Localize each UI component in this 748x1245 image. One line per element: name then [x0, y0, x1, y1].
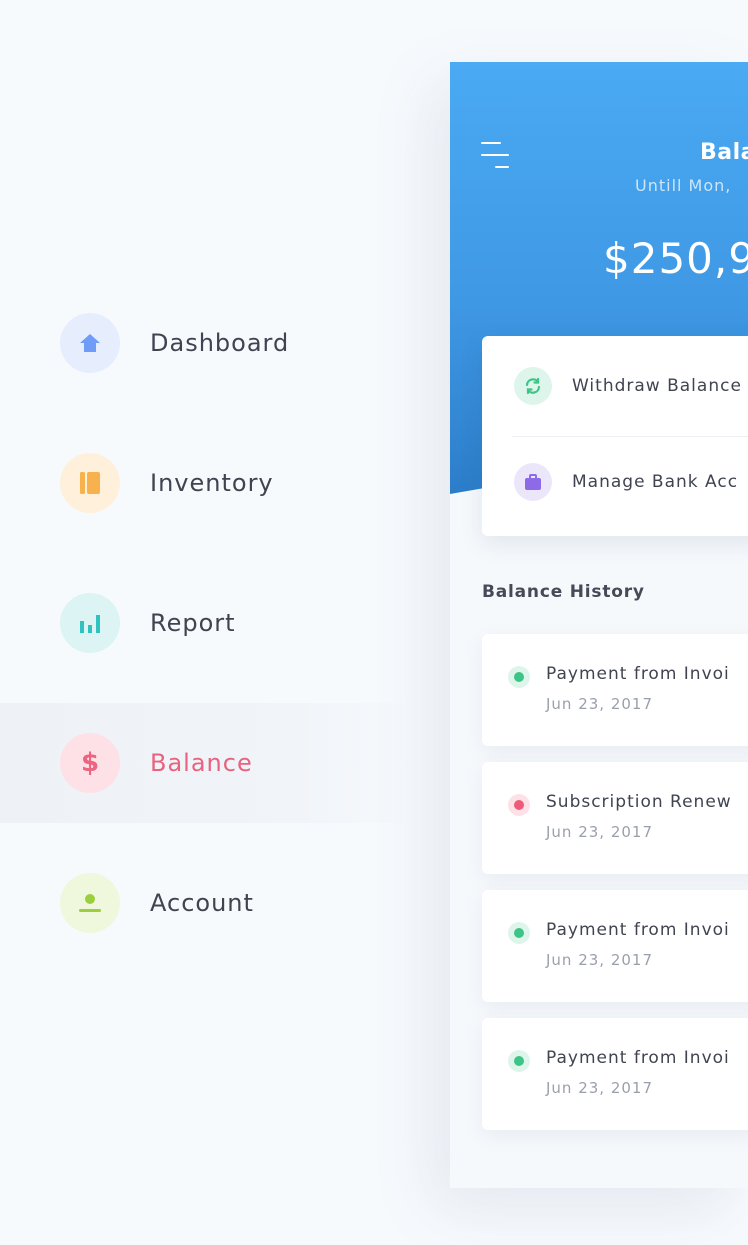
status-dot-icon	[508, 666, 530, 688]
status-dot-icon	[508, 794, 530, 816]
sidebar-item-label: Balance	[150, 749, 253, 777]
history-item-date: Jun 23, 2017	[546, 951, 654, 969]
history-item-date: Jun 23, 2017	[546, 823, 654, 841]
history-item-title: Payment from Invoi	[546, 1048, 730, 1068]
balance-amount: $250,9	[603, 234, 748, 283]
sidebar-item-balance[interactable]: $ Balance	[0, 703, 420, 823]
list-item[interactable]: Payment from Invoi Jun 23, 2017	[482, 1018, 748, 1130]
home-icon	[60, 313, 120, 373]
sidebar-item-dashboard[interactable]: Dashboard	[0, 283, 420, 403]
sidebar-item-account[interactable]: Account	[0, 843, 420, 963]
dollar-icon: $	[60, 733, 120, 793]
status-dot-icon	[508, 922, 530, 944]
balance-history-title: Balance History	[482, 582, 645, 602]
action-label: Manage Bank Acc	[572, 472, 739, 492]
list-item[interactable]: Payment from Invoi Jun 23, 2017	[482, 634, 748, 746]
bar-chart-icon	[60, 593, 120, 653]
history-item-title: Subscription Renew	[546, 792, 732, 812]
briefcase-icon	[514, 463, 552, 501]
page-title: Bala	[700, 140, 748, 165]
history-item-title: Payment from Invoi	[546, 920, 730, 940]
sidebar-item-label: Inventory	[150, 469, 274, 497]
sidebar-item-inventory[interactable]: Inventory	[0, 423, 420, 543]
history-item-date: Jun 23, 2017	[546, 695, 654, 713]
sidebar-item-label: Dashboard	[150, 329, 290, 357]
sidebar-item-label: Report	[150, 609, 236, 637]
withdraw-balance-button[interactable]: Withdraw Balance	[482, 338, 748, 434]
balance-screen: Bala Untill Mon, $250,9 Withdraw Balance…	[450, 62, 748, 1188]
refresh-icon	[514, 367, 552, 405]
action-label: Withdraw Balance	[572, 376, 742, 396]
list-item[interactable]: Subscription Renew Jun 23, 2017	[482, 762, 748, 874]
manage-bank-account-button[interactable]: Manage Bank Acc	[482, 434, 748, 530]
user-icon	[60, 873, 120, 933]
sidebar: Dashboard Inventory Report $ Balance Acc…	[0, 0, 450, 1245]
page-subtitle: Untill Mon,	[635, 176, 732, 195]
sidebar-item-report[interactable]: Report	[0, 563, 420, 683]
history-item-date: Jun 23, 2017	[546, 1079, 654, 1097]
book-icon	[60, 453, 120, 513]
menu-icon[interactable]	[481, 142, 509, 168]
actions-card: Withdraw Balance Manage Bank Acc	[482, 336, 748, 536]
status-dot-icon	[508, 1050, 530, 1072]
list-item[interactable]: Payment from Invoi Jun 23, 2017	[482, 890, 748, 1002]
sidebar-item-label: Account	[150, 889, 254, 917]
history-item-title: Payment from Invoi	[546, 664, 730, 684]
